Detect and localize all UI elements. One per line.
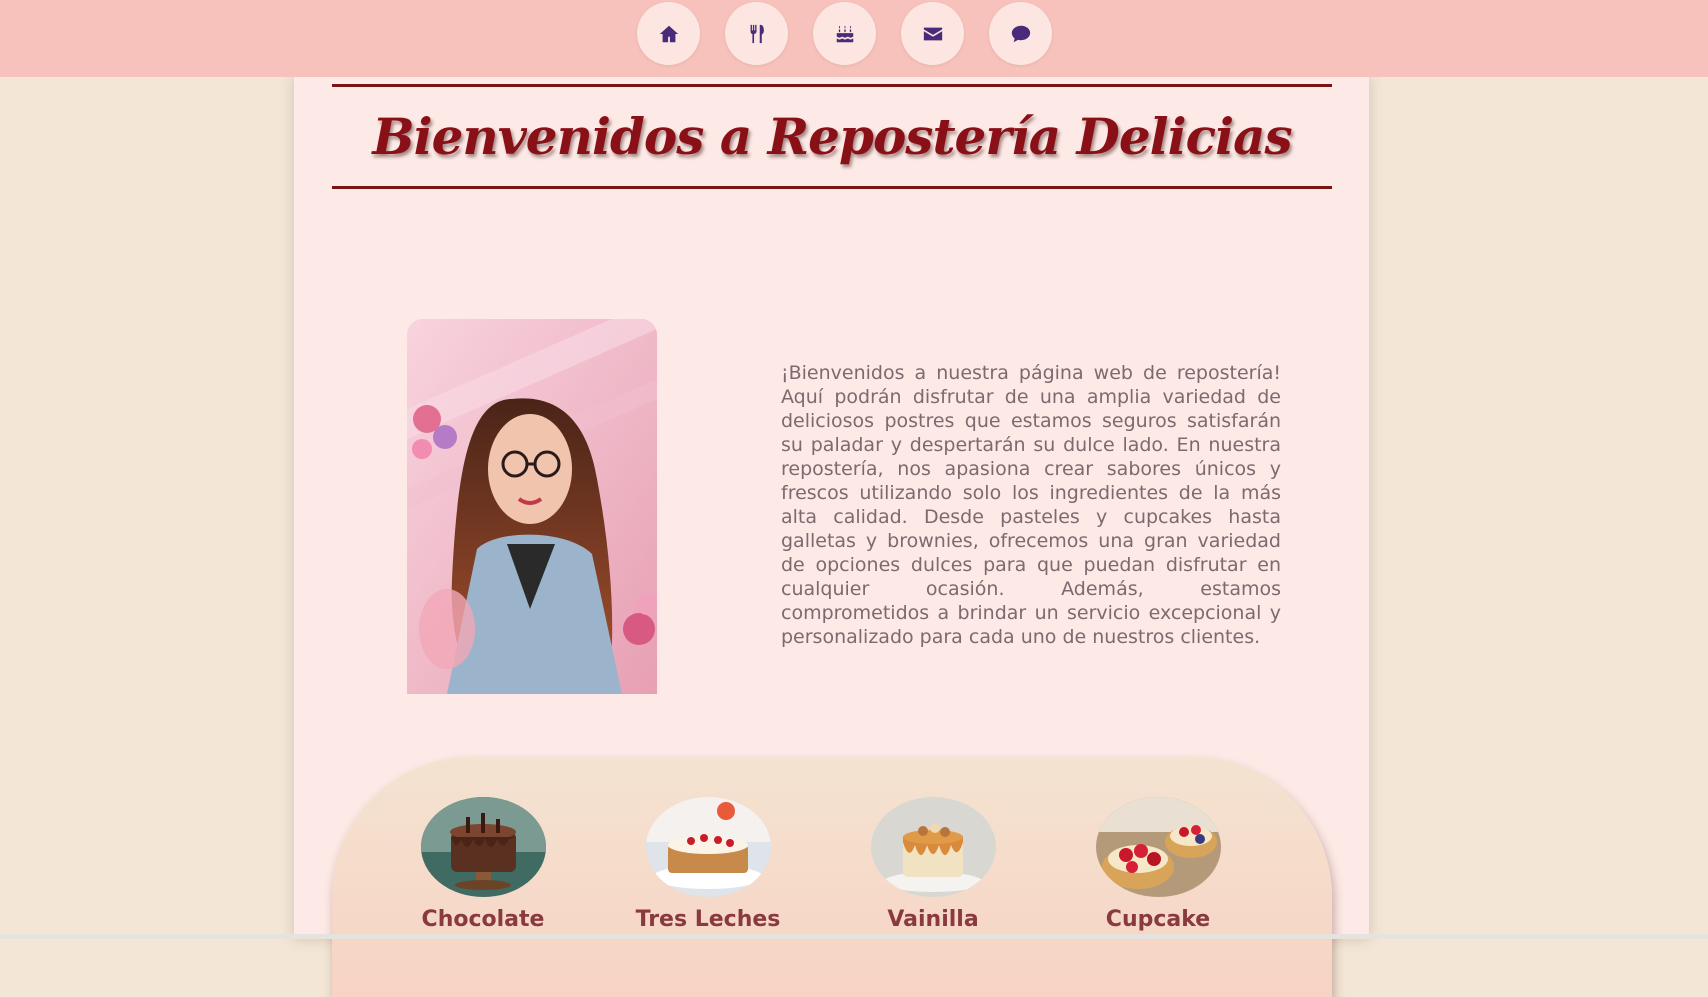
flavors-section: Chocolate Tres Leches Vainilla Cupcake bbox=[332, 757, 1332, 997]
flavor-label: Tres Leches bbox=[635, 907, 781, 932]
title-divider-top bbox=[332, 84, 1332, 87]
cake-icon bbox=[836, 25, 853, 42]
chocolate-cake-image bbox=[420, 797, 546, 897]
page-title: Bienvenidos a Repostería Delicias bbox=[372, 106, 1292, 166]
baker-photo bbox=[407, 319, 657, 694]
welcome-text: ¡Bienvenidos a nuestra página web de rep… bbox=[781, 362, 1281, 648]
cutlery-icon bbox=[750, 24, 764, 43]
main-content: Bienvenidos a Repostería Delicias ¡Bienv… bbox=[294, 77, 1369, 997]
flavor-label: Cupcake bbox=[1105, 907, 1211, 932]
envelope-icon bbox=[923, 27, 942, 40]
title-divider-bottom bbox=[332, 186, 1332, 189]
top-nav-bar bbox=[0, 0, 1708, 77]
nav-comments-button[interactable] bbox=[989, 2, 1052, 65]
flavor-label: Vainilla bbox=[887, 907, 979, 932]
nav-contact-button[interactable] bbox=[901, 2, 964, 65]
nav-cakes-button[interactable] bbox=[813, 2, 876, 65]
flavor-chocolate[interactable]: Chocolate bbox=[398, 797, 568, 932]
cupcake-image bbox=[1095, 797, 1221, 897]
nav-menu-button[interactable] bbox=[725, 2, 788, 65]
tres-leches-cake-image bbox=[645, 797, 771, 897]
nav-menu bbox=[637, 2, 1052, 65]
comment-icon bbox=[1011, 25, 1030, 42]
vanilla-cake-image bbox=[870, 797, 996, 897]
home-icon bbox=[659, 25, 678, 42]
flavor-vainilla[interactable]: Vainilla bbox=[848, 797, 1018, 932]
flavor-cupcake[interactable]: Cupcake bbox=[1073, 797, 1243, 932]
horizontal-scrollbar[interactable] bbox=[0, 934, 1708, 939]
flavor-tres-leches[interactable]: Tres Leches bbox=[623, 797, 793, 932]
flavor-label: Chocolate bbox=[421, 907, 545, 932]
nav-home-button[interactable] bbox=[637, 2, 700, 65]
